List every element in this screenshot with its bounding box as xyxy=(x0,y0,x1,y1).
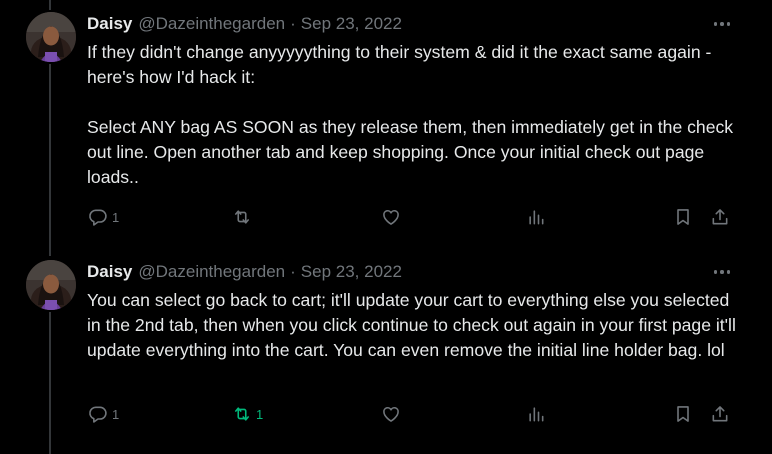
user-handle[interactable]: @Dazeinthegarden xyxy=(138,262,285,282)
tweet-date[interactable]: Sep 23, 2022 xyxy=(301,262,402,282)
like-icon xyxy=(383,406,399,422)
display-name[interactable]: Daisy xyxy=(87,262,132,282)
bookmark-icon xyxy=(677,406,689,422)
avatar-image xyxy=(26,260,76,310)
tweet-text: You can select go back to cart; it'll up… xyxy=(87,288,747,363)
share-button[interactable] xyxy=(710,205,730,229)
tweet-text: If they didn't change anyyyyything to th… xyxy=(87,40,747,190)
tweet-header: Daisy @Dazeinthegarden · Sep 23, 2022 xyxy=(87,12,402,36)
tweet-paragraph: If they didn't change anyyyyything to th… xyxy=(87,42,712,87)
user-handle[interactable]: @Dazeinthegarden xyxy=(138,14,285,34)
like-button[interactable] xyxy=(381,205,405,229)
tweet-header: Daisy @Dazeinthegarden · Sep 23, 2022 xyxy=(87,260,402,284)
bookmark-button[interactable] xyxy=(673,205,693,229)
share-icon xyxy=(712,209,728,225)
retweet-button[interactable]: 1 xyxy=(232,402,263,426)
like-button[interactable] xyxy=(381,402,405,426)
display-name[interactable]: Daisy xyxy=(87,14,132,34)
tweet-paragraph: Select ANY bag AS SOON as they release t… xyxy=(87,117,734,187)
conversation-thread: Daisy @Dazeinthegarden · Sep 23, 2022 If… xyxy=(0,0,772,454)
tweet-actions: 1 xyxy=(0,205,772,229)
bookmark-button[interactable] xyxy=(673,402,693,426)
tweet-actions: 1 1 xyxy=(0,402,772,426)
views-button[interactable] xyxy=(526,402,550,426)
retweet-count: 1 xyxy=(256,406,264,422)
tweet[interactable]: Daisy @Dazeinthegarden · Sep 23, 2022 If… xyxy=(0,12,772,242)
reply-button[interactable]: 1 xyxy=(88,205,119,229)
tweet[interactable]: Daisy @Dazeinthegarden · Sep 23, 2022 Yo… xyxy=(0,260,772,454)
views-button[interactable] xyxy=(526,205,550,229)
reply-count: 1 xyxy=(112,406,120,422)
like-icon xyxy=(383,209,399,225)
reply-icon xyxy=(89,406,107,423)
avatar-image xyxy=(26,12,76,62)
thread-line-top xyxy=(49,0,51,10)
retweet-button[interactable] xyxy=(232,205,256,229)
share-icon xyxy=(712,406,728,422)
avatar[interactable] xyxy=(26,12,76,62)
avatar[interactable] xyxy=(26,260,76,310)
separator-dot: · xyxy=(290,14,296,33)
reply-count: 1 xyxy=(112,209,120,225)
share-button[interactable] xyxy=(710,402,730,426)
tweet-date[interactable]: Sep 23, 2022 xyxy=(301,14,402,34)
views-icon xyxy=(529,407,544,422)
retweet-icon xyxy=(234,407,250,421)
retweet-icon xyxy=(234,210,250,224)
reply-button[interactable]: 1 xyxy=(88,402,119,426)
more-icon[interactable] xyxy=(710,14,734,34)
bookmark-icon xyxy=(677,209,689,225)
separator-dot: · xyxy=(290,262,296,281)
tweet-paragraph: You can select go back to cart; it'll up… xyxy=(87,290,736,360)
more-icon[interactable] xyxy=(710,262,734,282)
reply-icon xyxy=(89,209,107,226)
views-icon xyxy=(529,210,544,225)
